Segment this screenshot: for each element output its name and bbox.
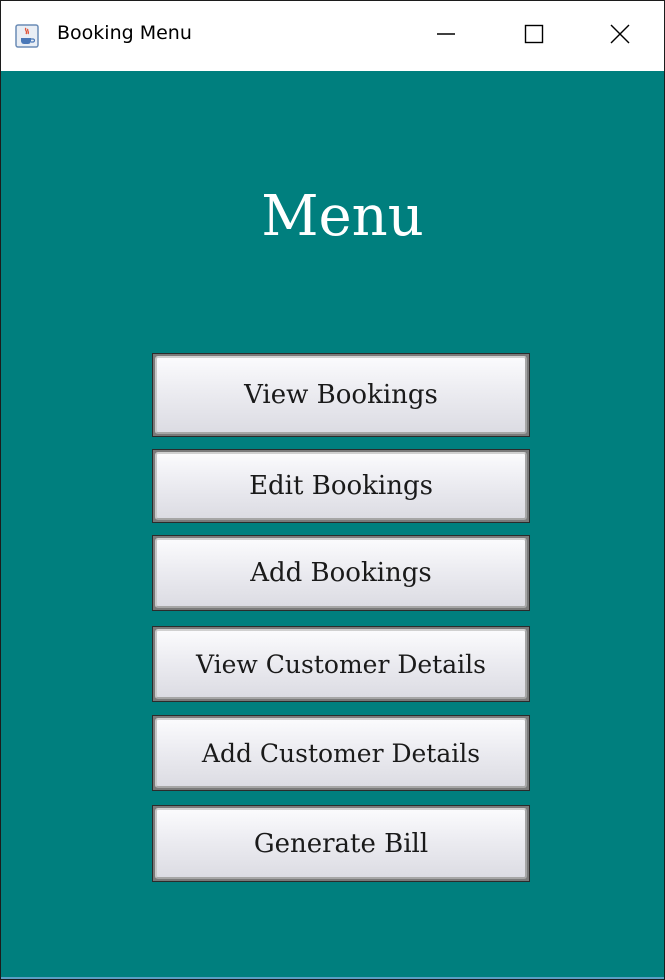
page-title: Menu — [261, 184, 424, 249]
window-title: Booking Menu — [57, 22, 192, 44]
edit-bookings-button[interactable]: Edit Bookings — [152, 449, 530, 523]
title-bar[interactable]: Booking Menu — [1, 1, 664, 71]
java-cup-icon[interactable] — [15, 24, 39, 48]
menu-panel: Menu View Bookings Edit Bookings Add Boo… — [1, 71, 664, 979]
close-button[interactable] — [576, 1, 664, 71]
minimize-icon — [436, 24, 456, 49]
close-icon — [610, 24, 630, 49]
add-customer-details-button-face[interactable]: Add Customer Details — [155, 718, 527, 788]
add-bookings-button-face[interactable]: Add Bookings — [155, 538, 527, 608]
view-customer-details-button[interactable]: View Customer Details — [152, 626, 530, 702]
generate-bill-button[interactable]: Generate Bill — [152, 805, 530, 882]
window-bottom-edge — [1, 977, 664, 979]
generate-bill-button-face[interactable]: Generate Bill — [155, 808, 527, 879]
add-customer-details-button[interactable]: Add Customer Details — [152, 715, 530, 791]
maximize-icon — [524, 24, 544, 49]
view-bookings-button[interactable]: View Bookings — [152, 353, 530, 437]
view-customer-details-button-face[interactable]: View Customer Details — [155, 629, 527, 699]
view-bookings-button-face[interactable]: View Bookings — [155, 356, 527, 434]
edit-bookings-button-face[interactable]: Edit Bookings — [155, 452, 527, 520]
booking-menu-window: Booking Menu Menu View Bookings Edit Boo… — [0, 0, 665, 980]
add-bookings-button[interactable]: Add Bookings — [152, 535, 530, 611]
minimize-button[interactable] — [402, 1, 490, 71]
maximize-button[interactable] — [490, 1, 578, 71]
